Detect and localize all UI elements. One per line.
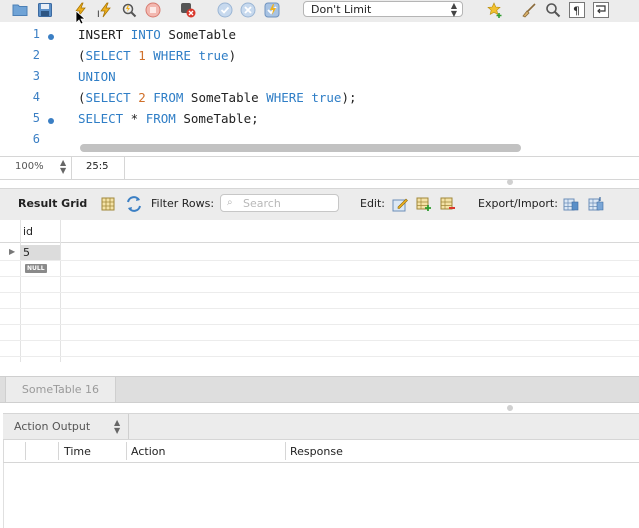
column-header-id[interactable]: id	[23, 225, 33, 238]
delete-row-icon[interactable]	[440, 196, 456, 212]
split-handle[interactable]	[507, 179, 513, 185]
result-grid-toolbar: Result Grid Filter Rows: ⌕ Search Edit: …	[0, 188, 639, 221]
current-row-marker-icon: ▶	[9, 247, 16, 256]
editor-toolbar: I Don't Limit ▲ ▼ ¶	[0, 0, 639, 25]
grid-view-icon[interactable]	[100, 196, 116, 212]
export-icon[interactable]	[563, 196, 579, 212]
output-type-select[interactable]: Action Output	[14, 420, 90, 433]
save-icon[interactable]	[37, 2, 53, 18]
editor-status-bar: 100% ▲ ▼ 25:5	[0, 156, 639, 180]
execute-current-icon[interactable]: I	[97, 2, 113, 18]
filter-rows-search-input[interactable]: ⌕ Search	[220, 194, 339, 212]
divider	[128, 414, 129, 439]
zoom-value: 100%	[15, 161, 44, 172]
add-row-icon[interactable]	[416, 196, 432, 212]
open-file-icon[interactable]	[12, 2, 28, 18]
import-icon[interactable]	[588, 196, 604, 212]
divider	[0, 356, 639, 357]
sql-editor[interactable]: 1 INSERT INTO SomeTable 2 (SELECT 1 WHER…	[0, 25, 639, 155]
grid-header: id	[0, 220, 639, 243]
divider	[0, 292, 639, 293]
search-placeholder: Search	[243, 197, 281, 210]
svg-text:¶: ¶	[573, 5, 580, 18]
line-number: 1	[32, 27, 40, 41]
search-icon: ⌕	[227, 197, 233, 208]
result-grid[interactable]: id ▶ 5 NULL	[0, 220, 639, 362]
beautify-icon[interactable]	[521, 2, 537, 18]
divider	[0, 324, 639, 325]
column-header-time[interactable]: Time	[64, 445, 91, 458]
chevron-updown-icon[interactable]: ▲ ▼	[114, 419, 120, 435]
divider	[25, 442, 26, 460]
svg-text:I: I	[97, 10, 100, 18]
column-header-response[interactable]: Response	[290, 445, 343, 458]
grid-cell[interactable]: 5	[23, 246, 30, 259]
divider	[285, 442, 286, 460]
autocommit-icon[interactable]	[264, 2, 280, 18]
editor-line: 3 UNION	[0, 69, 639, 90]
edit-cell-icon[interactable]	[392, 196, 408, 212]
tab-result[interactable]: SomeTable 16	[5, 377, 116, 402]
find-icon[interactable]	[545, 2, 561, 18]
result-tab-strip: SomeTable 16	[0, 376, 639, 403]
null-badge[interactable]: NULL	[25, 264, 47, 273]
line-number: 4	[32, 90, 40, 104]
refresh-icon[interactable]	[126, 196, 142, 212]
code-text: (SELECT 2 FROM SomeTable WHERE true);	[78, 90, 357, 105]
edit-label: Edit:	[360, 197, 386, 210]
action-output-list[interactable]	[3, 463, 639, 528]
divider	[58, 442, 59, 460]
action-output-columns: Time Action Response	[3, 440, 639, 463]
column-header-action[interactable]: Action	[131, 445, 165, 458]
zoom-stepper[interactable]: 100% ▲ ▼	[0, 157, 72, 179]
chevron-updown-icon: ▲ ▼	[450, 1, 457, 18]
stop-icon[interactable]	[145, 2, 161, 18]
chevron-updown-icon[interactable]: ▲ ▼	[60, 159, 66, 175]
export-import-label: Export/Import:	[478, 197, 558, 210]
bookmark-icon[interactable]	[487, 2, 503, 18]
line-number: 3	[32, 69, 40, 83]
divider	[0, 260, 639, 261]
statement-marker-icon	[48, 34, 54, 40]
editor-line: 1 INSERT INTO SomeTable	[0, 27, 639, 48]
line-number: 2	[32, 48, 40, 62]
action-output-header: Action Output ▲ ▼	[3, 413, 639, 440]
limit-rows-value: Don't Limit	[311, 3, 372, 16]
invisible-chars-icon[interactable]: ¶	[569, 2, 585, 18]
explain-icon[interactable]	[121, 2, 137, 18]
split-handle[interactable]	[507, 405, 513, 411]
divider	[126, 442, 127, 460]
mouse-cursor-icon	[75, 10, 87, 25]
line-number: 6	[32, 132, 40, 146]
code-text: INSERT INTO SomeTable	[78, 27, 237, 42]
editor-line: 4 (SELECT 2 FROM SomeTable WHERE true);	[0, 90, 639, 111]
statement-marker-icon	[48, 118, 54, 124]
limit-rows-select[interactable]: Don't Limit ▲ ▼	[303, 1, 463, 18]
editor-line: 2 (SELECT 1 WHERE true)	[0, 48, 639, 69]
filter-rows-label: Filter Rows:	[151, 197, 215, 210]
stop-on-error-icon[interactable]	[180, 2, 196, 18]
divider	[0, 308, 639, 309]
rollback-icon[interactable]	[240, 2, 256, 18]
code-text: UNION	[78, 69, 116, 84]
wrap-icon[interactable]	[593, 2, 609, 18]
divider	[0, 276, 639, 277]
code-text: SELECT * FROM SomeTable;	[78, 111, 259, 126]
result-grid-title: Result Grid	[18, 197, 88, 210]
line-number: 5	[32, 111, 40, 125]
cursor-position: 25:5	[86, 161, 109, 172]
divider	[0, 340, 639, 341]
commit-icon[interactable]	[217, 2, 233, 18]
editor-line: 5 SELECT * FROM SomeTable;	[0, 111, 639, 132]
divider	[124, 157, 125, 179]
code-text: (SELECT 1 WHERE true)	[78, 48, 237, 63]
horizontal-scrollbar[interactable]	[80, 144, 521, 152]
